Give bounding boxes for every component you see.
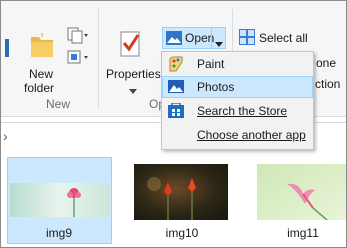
open-with-menu: Paint Photos Search the Store Choose ano… [161,51,314,150]
select-all-icon [239,29,255,48]
properties-label: Properties [106,67,161,81]
new-folder-label-2: folder [24,81,55,95]
chevron-down-icon [215,36,223,50]
easy-access-icon[interactable] [67,49,89,67]
menu-item-paint[interactable]: Paint [162,53,313,75]
chevron-right-icon: › [3,128,8,144]
menu-item-label: Paint [197,57,225,71]
file-item-img9[interactable]: img9 [7,156,111,246]
open-button[interactable]: Open [162,27,226,49]
menu-item-label: Choose another app [197,128,306,142]
photos-icon [168,79,184,95]
file-item-img10[interactable]: img10 [130,156,234,246]
select-all-label: Select all [259,31,308,45]
image-thumbnail [257,164,346,223]
properties-button[interactable]: Properties [105,27,161,94]
open-dropdown-toggle[interactable] [211,28,226,48]
new-group-label: New [46,97,71,111]
properties-icon [120,29,142,62]
image-thumbnail [10,183,110,220]
invert-selection-partial-label: ction [315,77,341,91]
select-none-partial-label: one [316,56,337,70]
folder-icon [29,31,55,62]
file-explorer-window: New folder New Properties Op Select all … [0,0,347,248]
select-all-button[interactable]: Select all [237,28,317,48]
file-list: img9 img10 img11 [1,150,346,247]
file-name: img11 [287,226,319,240]
chevron-down-icon [129,83,137,97]
menu-item-label: Photos [197,80,235,94]
new-folder-label-1: New [29,67,54,81]
file-name: img9 [45,226,72,240]
ribbon-separator [98,9,99,109]
menu-item-choose-another-app[interactable]: Choose another app [162,124,313,146]
new-folder-button[interactable]: New folder [21,27,63,95]
open-label: Open [185,31,215,45]
menu-item-label: Search the Store [197,104,288,118]
open-photo-icon [166,31,182,48]
store-icon [168,102,184,119]
file-name: img10 [165,226,199,240]
file-item-img11[interactable]: img11 [253,156,346,246]
menu-item-photos[interactable]: Photos [162,76,313,98]
paint-icon [168,56,184,72]
copy-path-icon[interactable] [5,37,11,61]
image-thumbnail [134,164,228,223]
menu-item-search-store[interactable]: Search the Store [162,100,313,122]
new-item-icon[interactable] [67,27,89,45]
